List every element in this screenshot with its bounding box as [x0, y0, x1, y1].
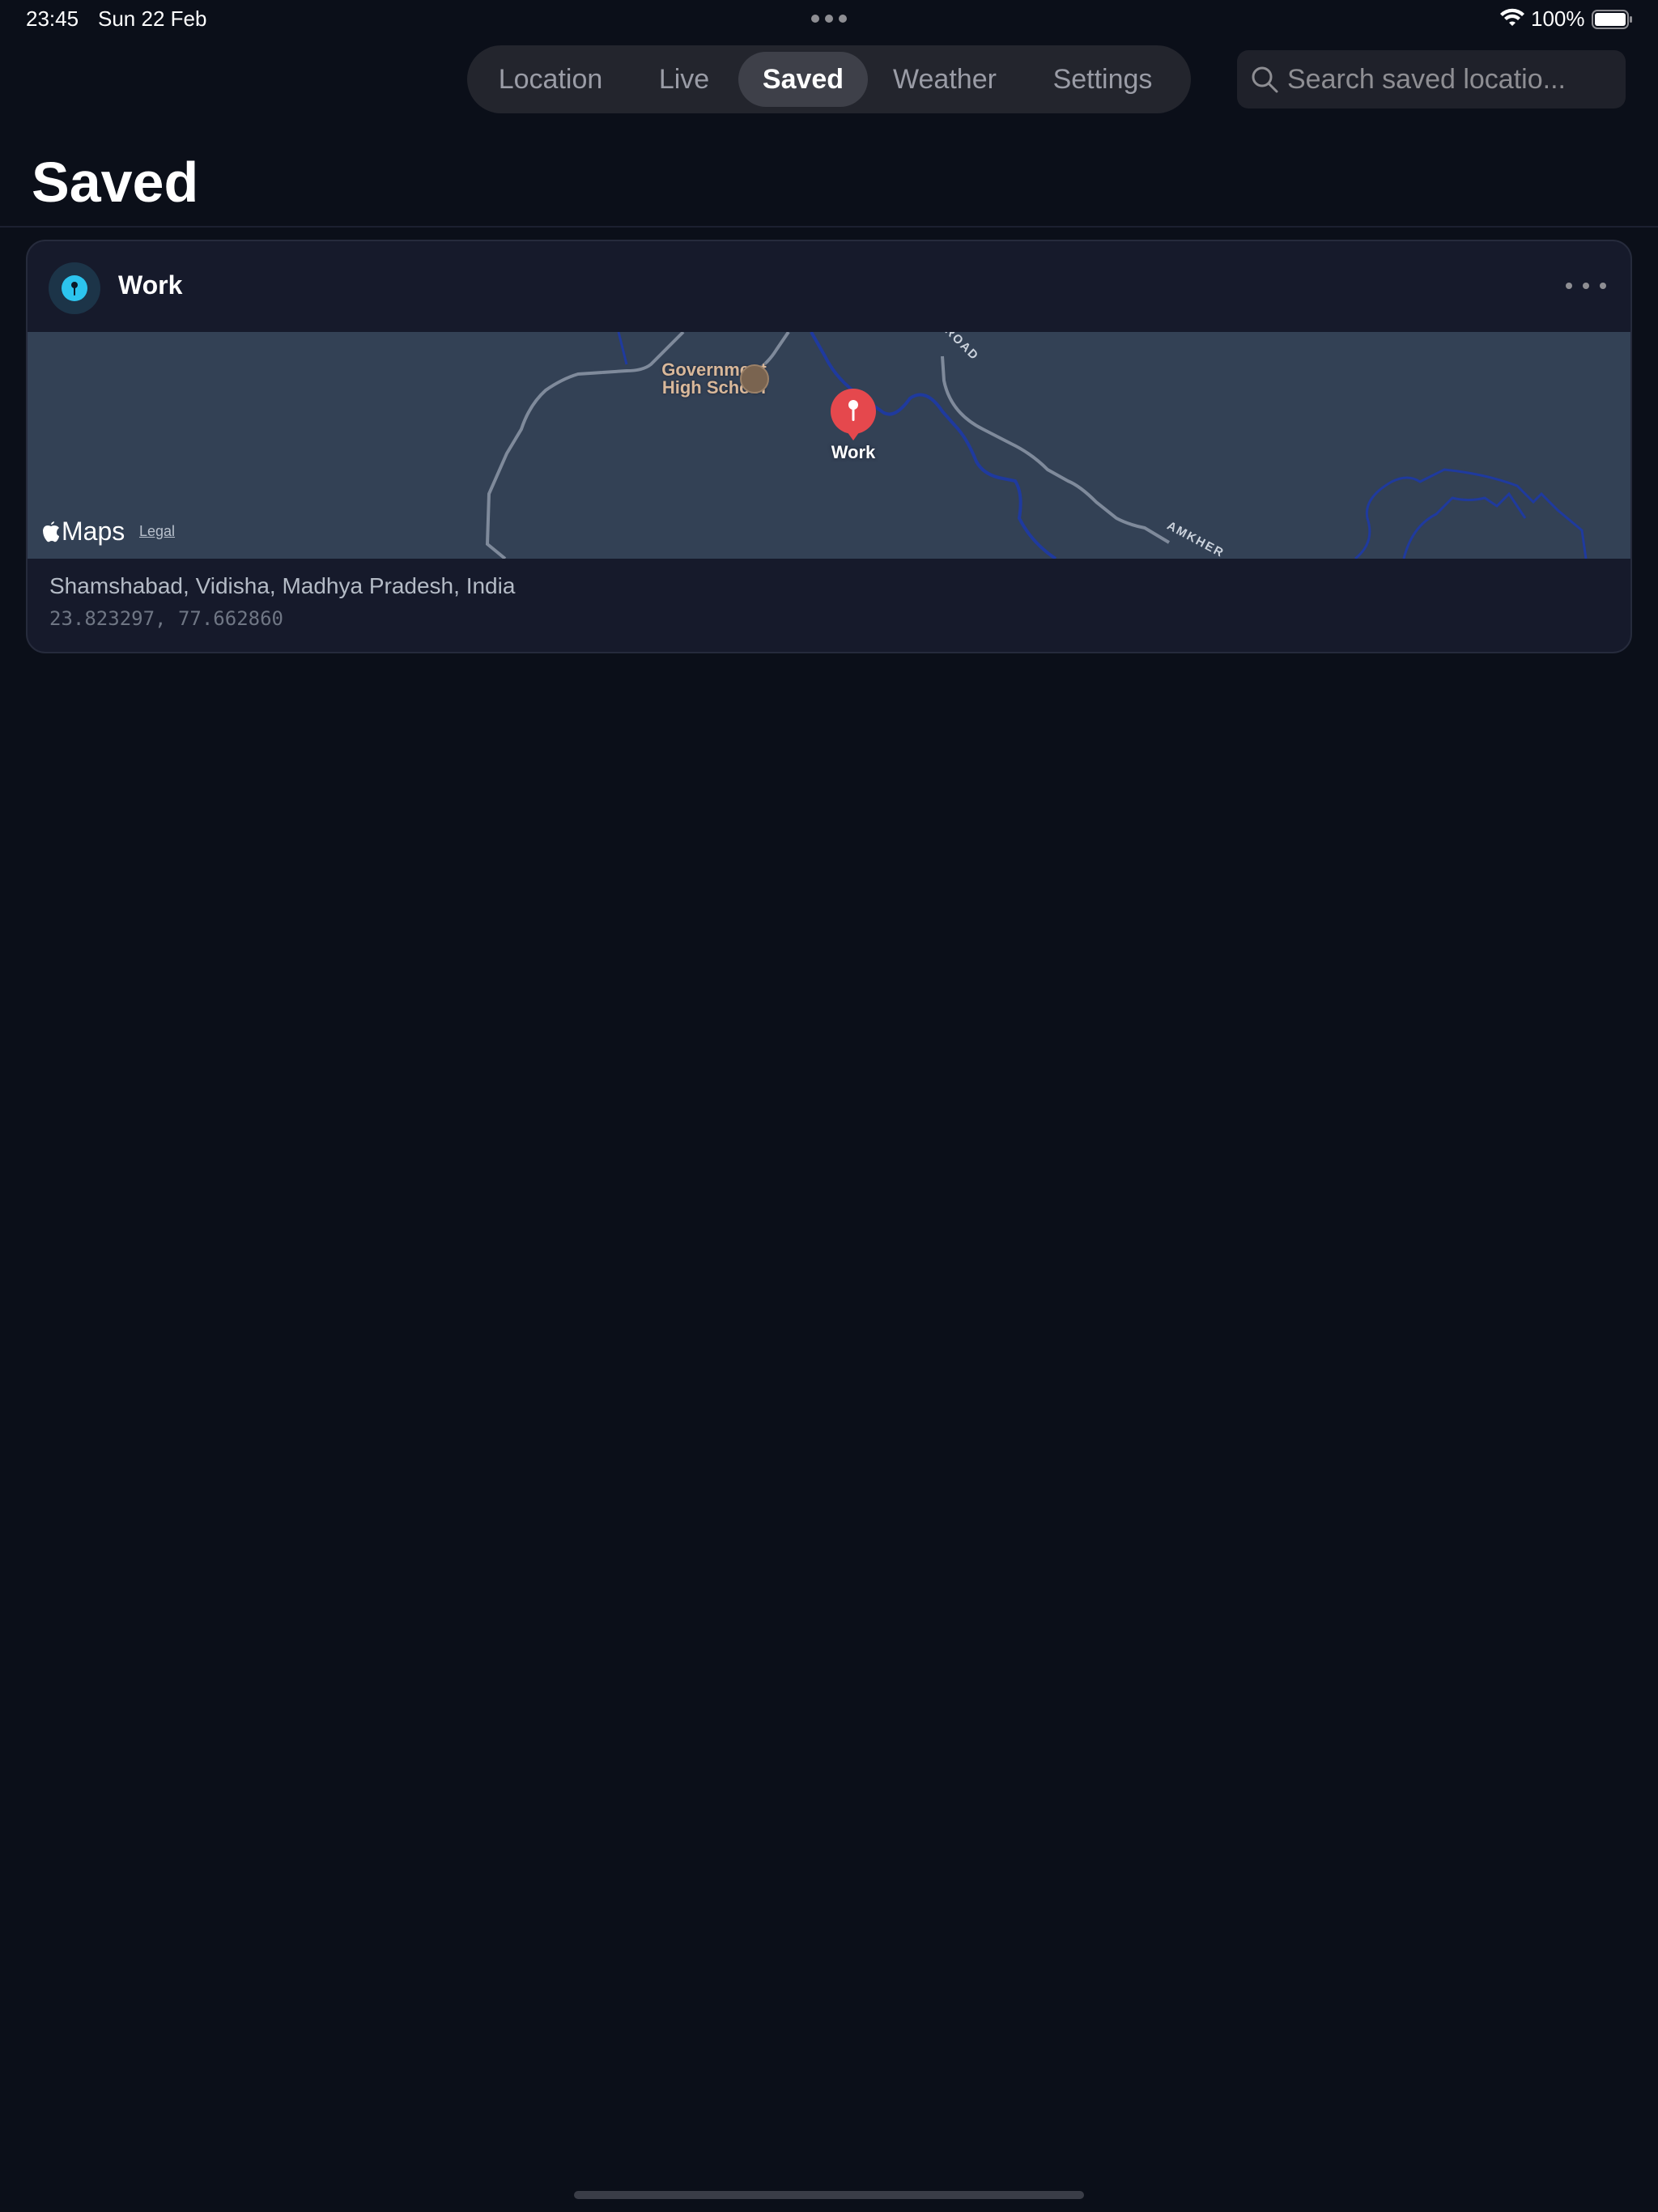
- tab-saved[interactable]: Saved: [738, 52, 868, 107]
- card-footer: Shamshabad, Vidisha, Madhya Pradesh, Ind…: [28, 559, 1630, 652]
- location-coordinates: 23.823297, 77.662860: [49, 607, 283, 630]
- location-address: Shamshabad, Vidisha, Madhya Pradesh, Ind…: [49, 573, 516, 598]
- wifi-icon: [1500, 8, 1524, 26]
- location-name: Work: [118, 270, 183, 300]
- card-header: Work: [28, 241, 1630, 332]
- tab-settings[interactable]: Settings: [1026, 52, 1180, 107]
- more-options-button[interactable]: [1566, 274, 1606, 298]
- map-pin-icon[interactable]: [829, 389, 878, 440]
- status-date: Sun 22 Feb: [98, 6, 207, 31]
- multitasking-dots-icon[interactable]: [811, 15, 847, 23]
- status-time: 23:45: [26, 6, 79, 31]
- legal-link[interactable]: Legal: [139, 523, 175, 540]
- tab-bar: Location Live Saved Weather Settings: [467, 45, 1191, 113]
- status-bar: 23:45 Sun 22 Feb 100%: [0, 0, 1658, 39]
- school-icon[interactable]: [740, 364, 769, 393]
- page-title: Saved: [32, 151, 199, 214]
- pin-label: Work: [831, 442, 876, 462]
- maps-attribution: Maps: [42, 517, 125, 547]
- location-badge: [49, 262, 100, 314]
- tab-live[interactable]: Live: [627, 52, 741, 107]
- saved-location-card[interactable]: Work Government High School ROAD AMKHER: [26, 240, 1632, 653]
- poi-label-line1: Government: [661, 359, 767, 380]
- search-icon: [1252, 66, 1278, 93]
- poi-label[interactable]: Government High School: [633, 361, 795, 397]
- home-indicator[interactable]: [574, 2191, 1084, 2199]
- apple-logo-icon: [43, 521, 59, 542]
- tab-weather[interactable]: Weather: [872, 52, 1018, 107]
- search-box[interactable]: [1237, 50, 1626, 108]
- battery-icon: [1592, 10, 1632, 29]
- maps-label: Maps: [62, 517, 125, 546]
- search-input[interactable]: [1287, 50, 1619, 108]
- poi-label-line2: High School: [661, 377, 767, 398]
- divider: [0, 226, 1658, 228]
- map-preview[interactable]: Government High School ROAD AMKHER Work …: [28, 332, 1630, 559]
- tab-location[interactable]: Location: [474, 52, 627, 107]
- pin-icon: [62, 275, 87, 301]
- battery-percent: 100%: [1531, 6, 1585, 31]
